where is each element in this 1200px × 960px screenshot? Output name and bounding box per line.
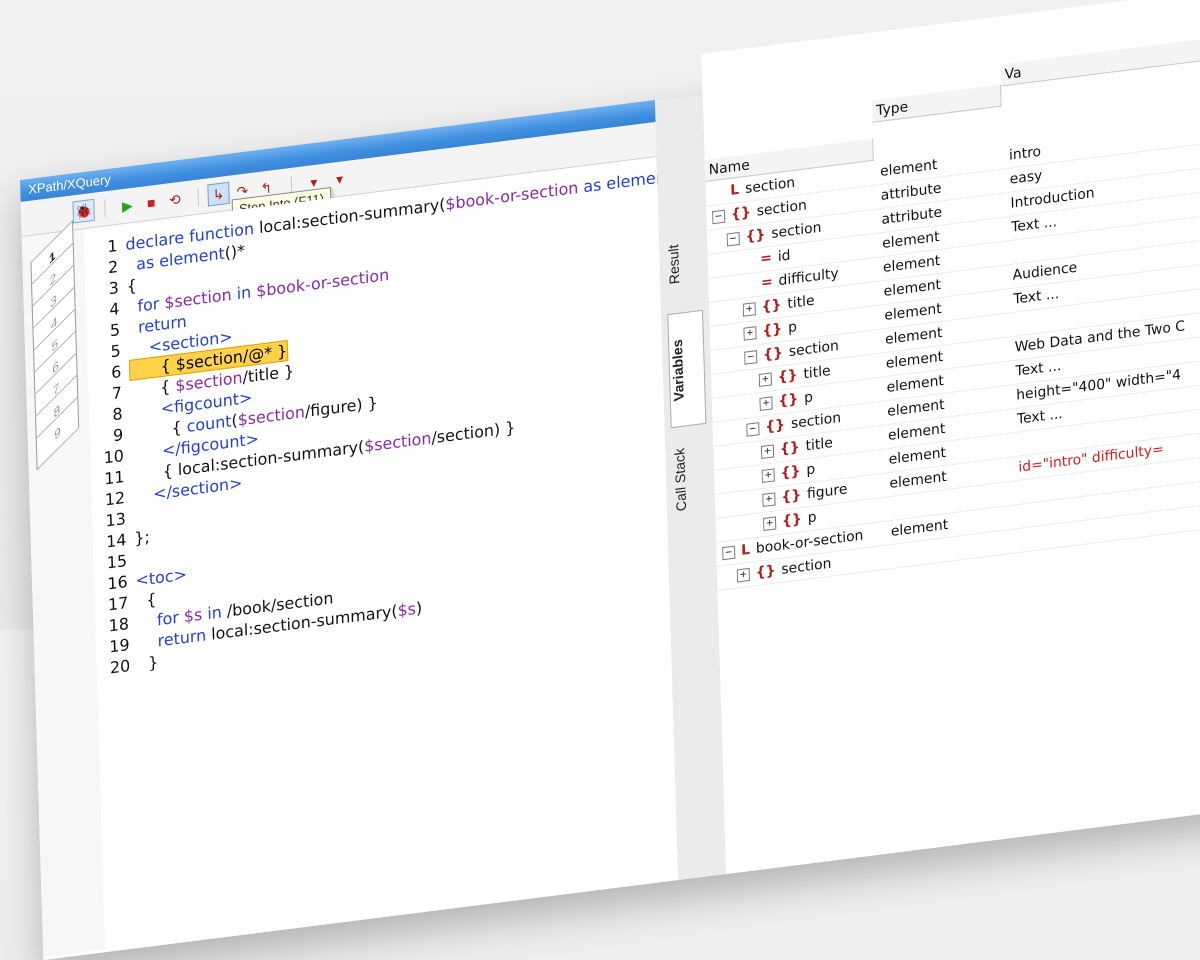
code-token: /figure) } [304, 392, 378, 422]
element-icon: {} [761, 296, 782, 316]
element-icon: {} [730, 204, 752, 223]
tracepoint-icon[interactable]: ▾ [328, 167, 350, 192]
expand-icon[interactable]: + [736, 567, 750, 582]
variable-name: title [803, 362, 831, 383]
code-token: { [135, 589, 157, 611]
collapse-icon[interactable]: − [726, 231, 740, 246]
column-header-type[interactable]: Type [871, 84, 1002, 123]
run-icon[interactable]: ▶ [116, 193, 138, 218]
code-token: in [201, 601, 228, 624]
stop-icon[interactable]: ■ [140, 190, 162, 215]
code-token: ) [415, 598, 423, 618]
variable-name: id [777, 247, 791, 266]
code-token: $book-or-section [255, 265, 390, 301]
code-token: $s [183, 604, 203, 627]
variables-panel: Name Type Va Lsection element intro −{} section… [701, 0, 1200, 874]
variable-name: p [806, 461, 816, 479]
expand-icon[interactable]: + [759, 395, 773, 411]
variable-name: p [787, 319, 798, 337]
toolbar-separator [197, 187, 200, 206]
expand-icon[interactable]: + [761, 467, 775, 483]
variable-name: title [787, 292, 815, 313]
collapse-icon[interactable]: − [711, 209, 726, 224]
collapse-icon[interactable]: − [744, 349, 758, 365]
code-token: { [126, 275, 138, 296]
step-into-icon[interactable]: ↳ [207, 181, 230, 207]
code-token: }; [134, 527, 151, 548]
code-token: $section [164, 284, 232, 313]
expand-icon[interactable]: + [758, 371, 772, 387]
attribute-icon: = [760, 273, 773, 292]
code-token: /section) } [431, 417, 516, 448]
variable-name: title [805, 434, 834, 455]
element-icon: {} [780, 463, 801, 482]
element-icon: {} [762, 320, 783, 340]
element-icon: {} [781, 511, 803, 530]
toolbar-separator [104, 199, 106, 218]
code-editor[interactable]: 1 declare function local:section-summary(… [83, 156, 692, 950]
element-icon: {} [777, 367, 798, 386]
tab-call-stack[interactable]: Call Stack [671, 425, 708, 531]
variable-name: section [771, 219, 822, 242]
code-token: /title } [242, 361, 295, 387]
expand-icon[interactable]: + [742, 301, 756, 317]
collapse-icon[interactable]: − [746, 421, 760, 437]
let-variable-icon: L [740, 541, 751, 559]
expand-icon[interactable]: + [762, 491, 776, 507]
variable-name: p [807, 509, 817, 527]
element-icon: {} [755, 562, 776, 582]
element-icon: {} [778, 391, 799, 410]
code-token: ()* [224, 241, 246, 263]
let-variable-icon: L [730, 181, 740, 199]
variable-name: section [788, 337, 840, 361]
element-icon: {} [745, 226, 766, 246]
column-header-va[interactable]: Va [1000, 19, 1200, 87]
variable-name: figure [806, 481, 848, 503]
element-icon: {} [779, 439, 800, 458]
variable-name: difficulty [778, 265, 839, 290]
code-token: $section [363, 428, 432, 456]
restart-icon[interactable]: ⟲ [164, 187, 186, 212]
tab-result[interactable]: Result [664, 215, 700, 311]
variable-name: section [744, 174, 796, 198]
line-number: 20 [109, 656, 131, 678]
code-token: $book-or-section [445, 177, 579, 214]
element-icon: {} [765, 416, 786, 436]
collapse-icon[interactable]: − [722, 545, 736, 560]
element-icon: {} [781, 487, 802, 506]
element-icon: {} [762, 344, 784, 364]
code-token: } [137, 652, 159, 674]
expand-icon[interactable]: + [762, 515, 777, 531]
debug-icon[interactable]: 🐞 [72, 198, 95, 224]
variable-name: section [781, 555, 832, 578]
variable-name: section [790, 409, 842, 433]
expand-icon[interactable]: + [760, 443, 775, 459]
code-token: $s [397, 598, 417, 621]
code-token: <toc> [135, 564, 188, 590]
tab-variables[interactable]: Variables [667, 309, 707, 429]
variable-name: p [803, 389, 814, 407]
variable-name: section [756, 197, 808, 220]
attribute-icon: = [759, 249, 773, 268]
xquery-window: XPath/XQuery 🐞▶■⟲↳↷↰▾▾ Step Into (F11) 1… [20, 0, 1200, 960]
code-token: in [231, 281, 257, 304]
expand-icon[interactable]: + [743, 325, 757, 341]
